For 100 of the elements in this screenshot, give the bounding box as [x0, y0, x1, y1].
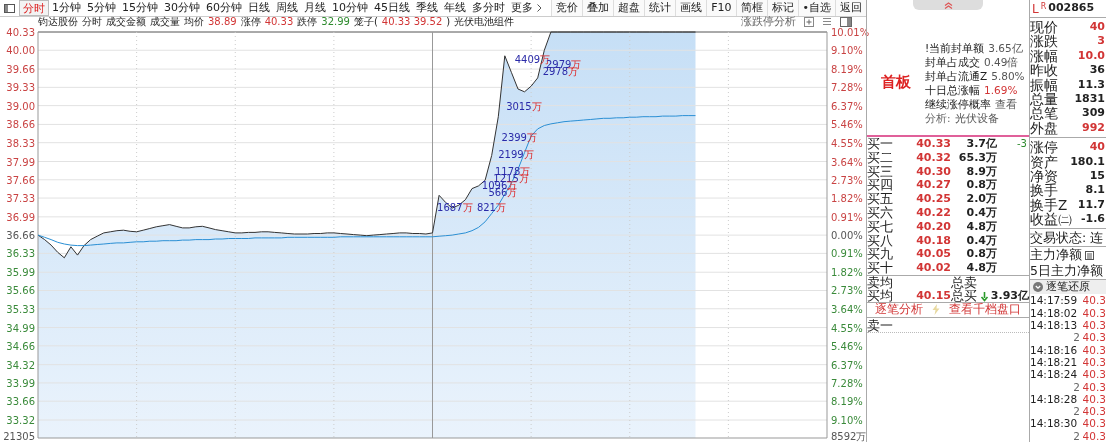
period-tab[interactable]: 15分钟	[119, 0, 161, 16]
quote-value: 10.0	[1077, 48, 1106, 64]
menu-icon[interactable]	[822, 17, 832, 26]
bid-volume: 8.9万	[965, 164, 997, 179]
percent-axis-label: 8.19%	[831, 64, 863, 76]
bid-price: 40.32	[915, 150, 951, 165]
tick-time: 14:18:24	[1030, 368, 1078, 381]
quote-label: 总笔	[1030, 106, 1058, 121]
toolbar-button[interactable]: •自选	[797, 0, 835, 16]
trade-status: 交易状态: 连	[1030, 230, 1104, 246]
tick-price: 40.3	[1082, 319, 1106, 332]
period-tab[interactable]: 10分钟	[329, 0, 371, 16]
tick-time: 14:17:59	[1030, 294, 1078, 307]
period-tab[interactable]: 1分钟	[49, 0, 84, 16]
price-axis-label: 38.33	[6, 137, 35, 149]
bid-price: 40.27	[915, 178, 951, 193]
total-label: 总卖	[951, 275, 978, 290]
order-book-link[interactable]: 查看千档盘口	[949, 301, 1021, 319]
bid-level-label: 买三	[867, 164, 894, 179]
stat-label: 十日总涨幅	[925, 82, 980, 97]
info-text: 钧达股份	[38, 17, 78, 26]
info-text: 分时	[82, 17, 102, 26]
period-tab[interactable]: 分时	[19, 0, 49, 16]
price-axis-label: 35.33	[6, 303, 35, 315]
period-tab[interactable]: 5分钟	[84, 0, 119, 16]
period-tab[interactable]: 周线	[273, 0, 301, 16]
quote-label: 外盘	[1030, 120, 1058, 136]
lightning-icon	[932, 304, 940, 316]
tick-price: 40.3	[1082, 380, 1106, 393]
toolbar-button[interactable]: 竞价	[551, 0, 583, 16]
stat-value: 0.49倍	[984, 54, 1019, 69]
percent-axis-label: 1.82%	[831, 193, 863, 205]
price-axis-label: 34.32	[6, 359, 35, 371]
quote-label: 现价	[1030, 20, 1058, 35]
total-label: 总买	[951, 288, 978, 303]
toolbar-button[interactable]: 统计	[644, 0, 676, 16]
price-axis-label: 40.33	[6, 27, 35, 38]
stock-code: 002865	[1048, 0, 1095, 17]
tick-count: 2	[1072, 380, 1080, 393]
toolbar-button[interactable]: 简框	[735, 0, 767, 16]
toolbar-button[interactable]: F10	[706, 0, 736, 16]
info-text: 涨停	[240, 17, 261, 26]
toolbar-button[interactable]: 超盘	[613, 0, 645, 16]
average-label: 买均	[867, 288, 894, 303]
analysis-link[interactable]: 涨跌停分析	[741, 16, 796, 27]
stat-value: 1.69%	[984, 82, 1018, 97]
price-axis-label: 39.00	[6, 100, 35, 112]
quote-label: 涨停	[1030, 140, 1058, 155]
deal-label: 821万	[476, 202, 506, 214]
table-icon[interactable]	[1085, 250, 1094, 260]
panel-toggle-icon[interactable]	[840, 16, 852, 27]
tick-price: 40.3	[1082, 306, 1106, 320]
toolbar-button[interactable]: 叠加	[582, 0, 614, 16]
period-tab[interactable]: 更多	[508, 0, 545, 16]
info-text: 38.89	[208, 17, 237, 26]
chevron-up-icon	[943, 1, 953, 9]
bid-price: 40.05	[915, 247, 951, 262]
stat-label: 封单占流通Z	[925, 68, 988, 83]
percent-axis-label: 6.37%	[831, 100, 863, 112]
percent-axis-label: 0.00%	[831, 230, 863, 242]
tick-analysis-link[interactable]: 逐笔分析	[875, 301, 923, 319]
period-tab[interactable]: 日线	[245, 0, 273, 16]
bid-volume: 0.8万	[965, 247, 997, 262]
percent-axis-label: 2.73%	[831, 174, 863, 186]
price-axis-label: 39.66	[6, 64, 35, 76]
average-price: 40.15	[915, 289, 951, 303]
price-axis-label: 33.99	[6, 377, 35, 389]
tick-price: 40.3	[1082, 429, 1106, 442]
price-axis-label: 36.33	[6, 248, 35, 260]
period-tab[interactable]: 月线	[301, 0, 329, 16]
quote-value: 8.1	[1085, 183, 1106, 198]
collapse-button[interactable]	[913, 0, 983, 10]
period-tab[interactable]: 60分钟	[203, 0, 245, 16]
period-tab[interactable]: 45日线	[371, 0, 413, 16]
tick-count: 2	[1072, 405, 1080, 418]
chevron-down-icon[interactable]	[1033, 282, 1043, 293]
quote-label: 换手Z	[1030, 197, 1068, 213]
price-axis-label: 33.32	[6, 415, 35, 426]
info-text: 跌停	[297, 17, 318, 26]
tick-price: 40.3	[1082, 343, 1106, 356]
tick-count: 2	[1072, 331, 1080, 344]
bid-volume: 0.4万	[965, 233, 997, 248]
bid-volume: 65.3万	[957, 150, 997, 165]
toolbar-button[interactable]: 标记	[766, 0, 798, 16]
quote-value: 3	[1097, 34, 1106, 49]
add-icon[interactable]	[804, 16, 814, 27]
toolbar-button[interactable]: 画线	[675, 0, 707, 16]
toolbar-button[interactable]: 返回	[835, 0, 866, 16]
period-tab[interactable]: 30分钟	[161, 0, 203, 16]
stat-label: 封单占成交	[925, 54, 980, 69]
period-tab[interactable]: 季线	[413, 0, 441, 16]
price-axis-label: 37.33	[6, 193, 35, 205]
period-tab[interactable]: 多分时	[469, 0, 508, 16]
tick-price: 40.3	[1082, 331, 1106, 344]
quote-label: 换手	[1030, 183, 1058, 198]
period-tab[interactable]: 年线	[441, 0, 469, 16]
tick-price: 40.3	[1082, 294, 1106, 307]
stat-value: 5.80%	[991, 68, 1025, 83]
price-axis-label: 39.33	[6, 82, 35, 94]
tick-count: 2	[1072, 429, 1080, 442]
